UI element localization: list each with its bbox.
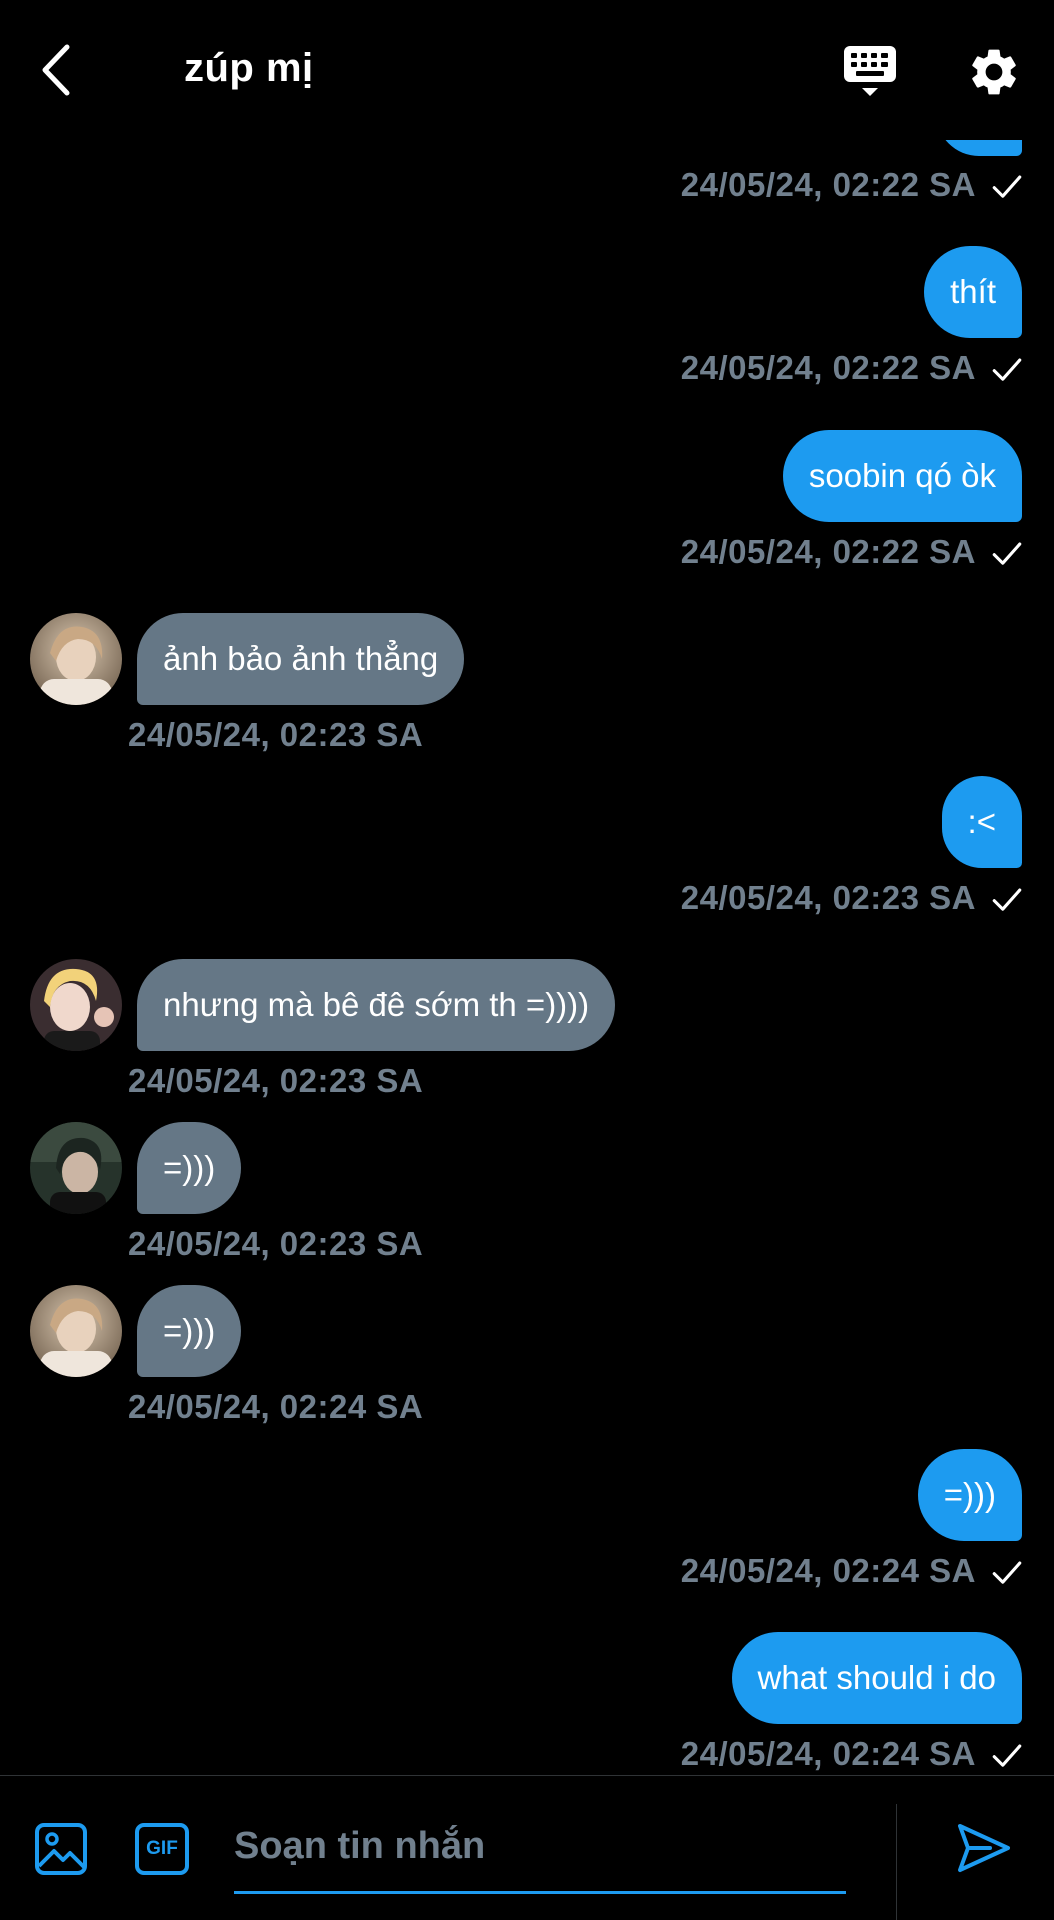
seen-check-icon <box>992 542 1022 565</box>
settings-button[interactable] <box>966 44 1022 100</box>
message-timestamp: 24/05/24, 02:22 SA <box>680 533 976 570</box>
message-bubble-incoming[interactable]: =))) <box>137 1122 242 1214</box>
message-timestamp: 24/05/24, 02:22 SA <box>680 349 976 386</box>
back-button[interactable] <box>36 42 76 98</box>
dm-conversation-screen: 24/05/24, 02:22 SA thít 24/05/24, 02:22 … <box>0 0 1054 1920</box>
message-timestamp: 24/05/24, 02:24 SA <box>680 1552 976 1589</box>
message-composer: GIF <box>0 1775 1054 1920</box>
composer-divider <box>896 1804 897 1920</box>
message-bubble-outgoing[interactable]: soobin qó òk <box>782 430 1022 522</box>
message-input[interactable] <box>234 1802 846 1894</box>
seen-check-icon <box>992 175 1022 198</box>
gif-label: GIF <box>146 1838 178 1859</box>
message-bubble-outgoing[interactable]: what should i do <box>731 1632 1022 1724</box>
sender-avatar[interactable] <box>30 1122 122 1214</box>
gear-icon <box>972 49 1016 95</box>
chevron-left-icon <box>42 44 70 96</box>
seen-check-icon <box>992 1561 1022 1584</box>
send-button[interactable] <box>954 1818 1014 1878</box>
conversation-header: zúp mị <box>0 0 1054 140</box>
message-bubble-incoming[interactable]: nhưng mà bê đê sớm th =)))) <box>137 959 616 1051</box>
message-timestamp: 24/05/24, 02:22 SA <box>680 166 976 203</box>
message-bubble-outgoing[interactable]: :< <box>941 776 1022 868</box>
sender-avatar[interactable] <box>30 1285 122 1377</box>
message-timestamp: 24/05/24, 02:23 SA <box>128 716 424 753</box>
keyboard-shortcuts-button[interactable] <box>842 44 898 100</box>
message-list[interactable]: 24/05/24, 02:22 SA thít 24/05/24, 02:22 … <box>0 0 1054 1775</box>
message-bubble-incoming[interactable]: ảnh bảo ảnh thẳng <box>137 613 465 705</box>
message-bubble-outgoing[interactable]: thít <box>924 246 1022 338</box>
seen-check-icon <box>992 358 1022 381</box>
message-timestamp: 24/05/24, 02:24 SA <box>680 1735 976 1772</box>
message-bubble-outgoing[interactable]: =))) <box>917 1449 1022 1541</box>
sender-avatar[interactable] <box>30 959 122 1051</box>
message-timestamp: 24/05/24, 02:23 SA <box>128 1062 424 1099</box>
add-gif-button[interactable]: GIF <box>134 1822 190 1876</box>
message-timestamp: 24/05/24, 02:23 SA <box>680 879 976 916</box>
send-icon <box>958 1824 1010 1872</box>
message-timestamp: 24/05/24, 02:24 SA <box>128 1388 424 1425</box>
message-timestamp: 24/05/24, 02:23 SA <box>128 1225 424 1262</box>
sender-avatar[interactable] <box>30 613 122 705</box>
conversation-title[interactable]: zúp mị <box>184 46 314 91</box>
seen-check-icon <box>992 1744 1022 1767</box>
seen-check-icon <box>992 888 1022 911</box>
message-bubble-incoming[interactable]: =))) <box>137 1285 242 1377</box>
add-photo-button[interactable] <box>34 1822 88 1876</box>
keyboard-icon <box>844 46 896 96</box>
image-icon <box>35 1823 87 1875</box>
